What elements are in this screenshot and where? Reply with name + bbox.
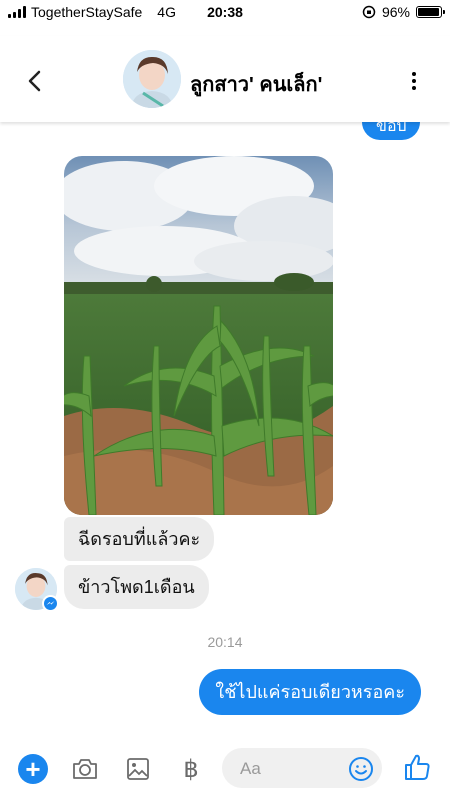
camera-icon[interactable] xyxy=(70,754,100,784)
outgoing-message[interactable]: ใช้ไปแค่รอบเดียวหรอคะ xyxy=(199,669,421,715)
incoming-message[interactable]: ข้าวโพด1เดือน xyxy=(64,565,209,609)
status-right: 96% xyxy=(362,4,445,20)
message-composer: + ฿ Aa xyxy=(0,735,450,800)
emoji-icon[interactable] xyxy=(348,756,374,782)
baht-icon[interactable]: ฿ xyxy=(176,754,206,784)
conversation-header: ลูกสาว' คนเล็ก' xyxy=(0,36,450,122)
battery-percent: 96% xyxy=(381,4,410,20)
more-vertical-icon[interactable] xyxy=(404,66,424,96)
chevron-left-icon[interactable] xyxy=(20,66,50,96)
photo-message[interactable] xyxy=(64,156,333,515)
contact-avatar[interactable] xyxy=(123,50,181,108)
status-bar: TogetherStaySafe 4G 20:38 96% xyxy=(0,0,450,24)
gallery-icon[interactable] xyxy=(123,754,153,784)
contact-name[interactable]: ลูกสาว' คนเล็ก' xyxy=(190,68,322,100)
thumbs-up-icon[interactable] xyxy=(402,752,432,782)
plus-icon[interactable]: + xyxy=(18,754,48,784)
orientation-lock-icon xyxy=(362,5,376,19)
messenger-badge-icon xyxy=(42,595,59,612)
message-input-placeholder: Aa xyxy=(240,759,261,778)
incoming-message[interactable]: ฉีดรอบที่แล้วคะ xyxy=(64,517,215,561)
battery-fill xyxy=(418,8,440,16)
message-timestamp: 20:14 xyxy=(207,634,243,650)
battery-icon xyxy=(416,6,445,18)
